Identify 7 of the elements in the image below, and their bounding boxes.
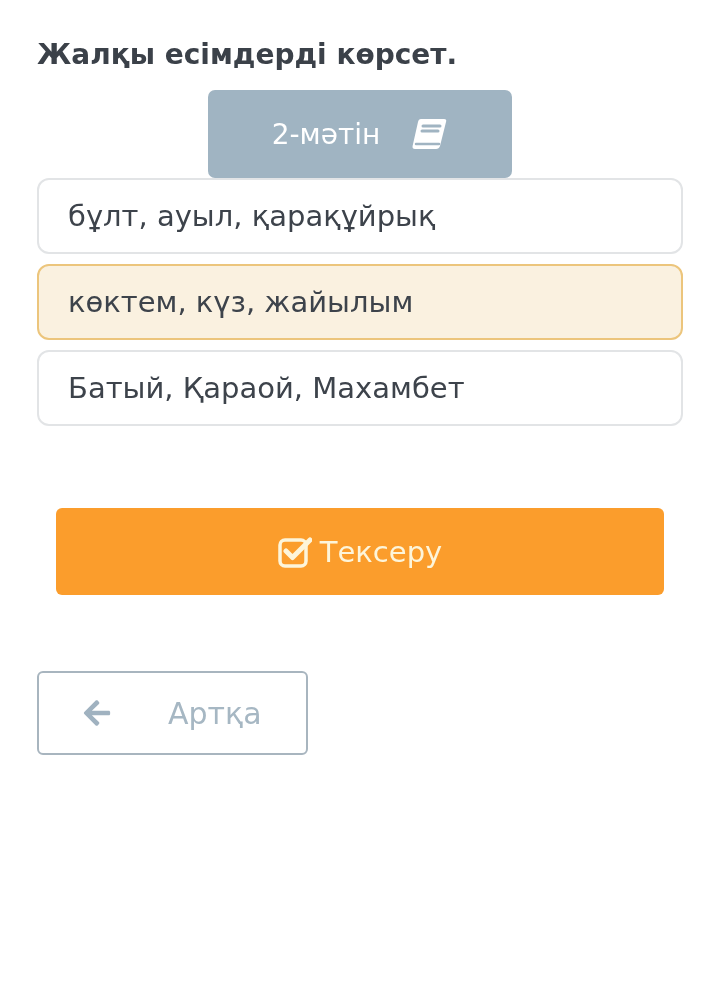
- answer-option[interactable]: бұлт, ауыл, қарақұйрық: [37, 178, 683, 254]
- answer-option[interactable]: Батый, Қараой, Махамбет: [37, 350, 683, 426]
- answer-option[interactable]: көктем, күз, жайылым: [37, 264, 683, 340]
- checkbox-checked-icon: [277, 535, 312, 568]
- question-title: Жалқы есімдерді көрсет.: [37, 37, 459, 73]
- book-icon: [410, 117, 449, 151]
- arrow-left-icon: [82, 698, 112, 728]
